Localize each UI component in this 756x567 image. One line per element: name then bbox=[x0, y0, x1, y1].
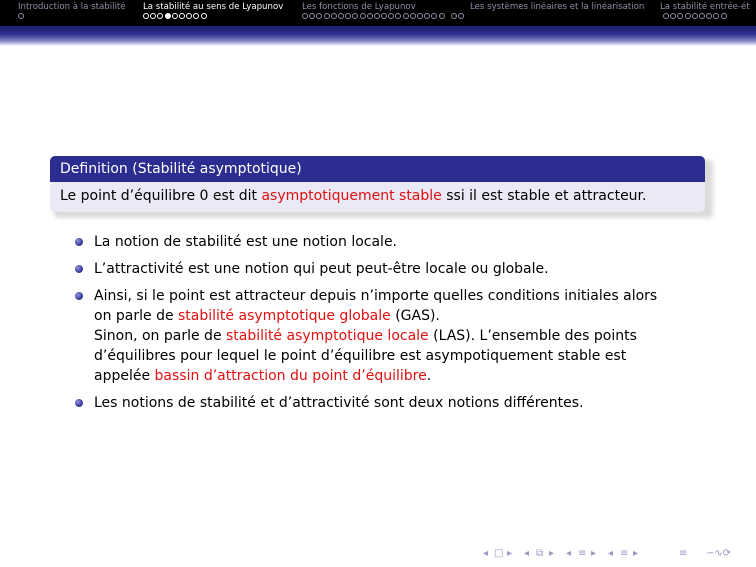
nav-frame-dot[interactable] bbox=[424, 13, 431, 19]
bullet-text: Ainsi, si le point est attracteur depuis… bbox=[94, 288, 658, 304]
nav-frame-dot[interactable] bbox=[706, 13, 713, 19]
nav-frame-dot[interactable] bbox=[323, 13, 330, 19]
nav-frame-dot[interactable] bbox=[458, 13, 465, 19]
nav-dots-introduction bbox=[18, 12, 24, 20]
bullet-text: . bbox=[426, 368, 432, 384]
subsubsection-prev-icon[interactable]: ◂ bbox=[608, 548, 613, 559]
nav-frame-dot[interactable] bbox=[713, 13, 720, 19]
subsection-next-icon[interactable]: ▸ bbox=[549, 548, 554, 559]
section-prev-icon[interactable]: ◂ bbox=[566, 548, 571, 559]
nav-frame-dot[interactable] bbox=[720, 13, 727, 19]
bullet-text: appelée bbox=[94, 368, 155, 384]
nav-frame-dot-current[interactable] bbox=[164, 13, 171, 19]
nav-frame-dot[interactable] bbox=[438, 13, 445, 19]
nav-frame-dot[interactable] bbox=[143, 13, 149, 19]
bullet-icon bbox=[75, 265, 83, 273]
nav-frame-dot[interactable] bbox=[302, 13, 308, 19]
header-gradient-band bbox=[0, 26, 756, 46]
nav-frame-dot[interactable] bbox=[337, 13, 344, 19]
frame-prev-icon[interactable]: ◂ bbox=[483, 548, 488, 559]
alert-term-basin: bassin d’attraction du point d’équilibre bbox=[154, 368, 427, 384]
nav-frame-dot[interactable] bbox=[409, 13, 416, 19]
nav-frame-dot[interactable] bbox=[373, 13, 380, 19]
alert-term-gas: stabilité asymptotique globale bbox=[178, 308, 391, 324]
nav-frame-dot[interactable] bbox=[684, 13, 691, 19]
list-item: Les notions de stabilité et d’attractivi… bbox=[75, 393, 715, 413]
nav-frame-dot[interactable] bbox=[663, 13, 669, 19]
bullet-text: L’attractivité est une notion qui peut p… bbox=[94, 261, 549, 277]
subsubsection-next-icon[interactable]: ▸ bbox=[633, 548, 638, 559]
nav-frame-dot[interactable] bbox=[402, 13, 409, 19]
bullet-text: (GAS). bbox=[390, 308, 440, 324]
nav-frame-dot[interactable] bbox=[450, 13, 457, 19]
bullet-text: d’équilibres pour lequel le point d’équi… bbox=[94, 348, 627, 364]
nav-frame-dot[interactable] bbox=[345, 13, 352, 19]
nav-dots-lyapunov-stability bbox=[143, 12, 207, 20]
definition-text-end: ssi il est stable et attracteur. bbox=[441, 188, 647, 204]
nav-frame-dot[interactable] bbox=[330, 13, 337, 19]
nav-section-lyapunov-stability[interactable]: La stabilité au sens de Lyapunov bbox=[143, 2, 283, 12]
nav-frame-dot[interactable] bbox=[352, 13, 359, 19]
list-item: L’attractivité est une notion qui peut p… bbox=[75, 259, 715, 279]
nav-frame-dot[interactable] bbox=[18, 13, 24, 19]
bullet-icon bbox=[75, 238, 83, 246]
nav-frame-dot[interactable] bbox=[359, 13, 366, 19]
nav-frame-dot[interactable] bbox=[193, 13, 200, 19]
definition-text: Le point d’équilibre 0 est dit bbox=[60, 188, 262, 204]
nav-frame-dot[interactable] bbox=[698, 13, 705, 19]
section-navigation-bar: Introduction à la stabilité La stabilité… bbox=[0, 0, 756, 26]
frame-next-icon[interactable]: ▸ bbox=[507, 548, 512, 559]
nav-dots-lyapunov-functions bbox=[302, 12, 465, 20]
nav-frame-dot[interactable] bbox=[309, 13, 316, 19]
nav-dots-input-state-stability bbox=[663, 12, 727, 20]
list-item: Ainsi, si le point est attracteur depuis… bbox=[75, 286, 715, 386]
nav-frame-dot[interactable] bbox=[316, 13, 323, 19]
bullet-text: on parle de bbox=[94, 308, 179, 324]
definition-block: Definition (Stabilité asymptotique) Le p… bbox=[50, 156, 705, 212]
nav-section-input-state-stability[interactable]: La stabilité entrée-ét bbox=[660, 2, 750, 12]
nav-frame-dot[interactable] bbox=[388, 13, 395, 19]
bullet-icon bbox=[75, 399, 83, 407]
bullet-icon bbox=[75, 292, 83, 300]
bullet-text: (LAS). L’ensemble des points bbox=[428, 328, 637, 344]
nav-section-introduction[interactable]: Introduction à la stabilité bbox=[18, 2, 126, 12]
nav-frame-dot[interactable] bbox=[157, 13, 164, 19]
nav-frame-dot[interactable] bbox=[670, 13, 677, 19]
bullet-list: La notion de stabilité est une notion lo… bbox=[75, 232, 715, 420]
section-icon[interactable]: ≡ bbox=[578, 548, 586, 559]
nav-frame-dot[interactable] bbox=[395, 13, 402, 19]
nav-frame-dot[interactable] bbox=[431, 13, 438, 19]
nav-frame-dot[interactable] bbox=[366, 13, 373, 19]
subsection-icon[interactable]: ⧉ bbox=[536, 548, 543, 559]
bullet-text: La notion de stabilité est une notion lo… bbox=[94, 234, 398, 250]
subsubsection-icon[interactable]: ≡ bbox=[620, 548, 628, 559]
nav-section-linear-systems[interactable]: Les systèmes linéaires et la linéarisati… bbox=[470, 2, 644, 12]
nav-frame-dot[interactable] bbox=[381, 13, 388, 19]
nav-frame-dot[interactable] bbox=[417, 13, 423, 19]
nav-frame-dot[interactable] bbox=[178, 13, 185, 19]
frame-icon[interactable]: □ bbox=[494, 548, 503, 559]
definition-title: Definition (Stabilité asymptotique) bbox=[50, 156, 705, 182]
document-icon[interactable]: ≡ bbox=[679, 548, 687, 559]
subsection-prev-icon[interactable]: ◂ bbox=[524, 548, 529, 559]
nav-section-lyapunov-functions[interactable]: Les fonctions de Lyapunov bbox=[302, 2, 416, 12]
nav-frame-dot[interactable] bbox=[200, 13, 207, 19]
list-item: La notion de stabilité est une notion lo… bbox=[75, 232, 715, 252]
nav-frame-dot[interactable] bbox=[171, 13, 178, 19]
nav-frame-dot[interactable] bbox=[186, 13, 193, 19]
nav-frame-dot[interactable] bbox=[691, 13, 698, 19]
search-undo-redo-icon[interactable]: ∽∿⟳ bbox=[706, 548, 731, 559]
definition-alert-term: asymptotiquement stable bbox=[261, 188, 442, 204]
bullet-text: Sinon, on parle de bbox=[94, 328, 227, 344]
nav-frame-dot[interactable] bbox=[150, 13, 157, 19]
alert-term-las: stabilité asymptotique locale bbox=[226, 328, 429, 344]
definition-body: Le point d’équilibre 0 est dit asymptoti… bbox=[50, 182, 705, 212]
bullet-text: Les notions de stabilité et d’attractivi… bbox=[94, 395, 584, 411]
section-next-icon[interactable]: ▸ bbox=[591, 548, 596, 559]
nav-frame-dot[interactable] bbox=[677, 13, 684, 19]
